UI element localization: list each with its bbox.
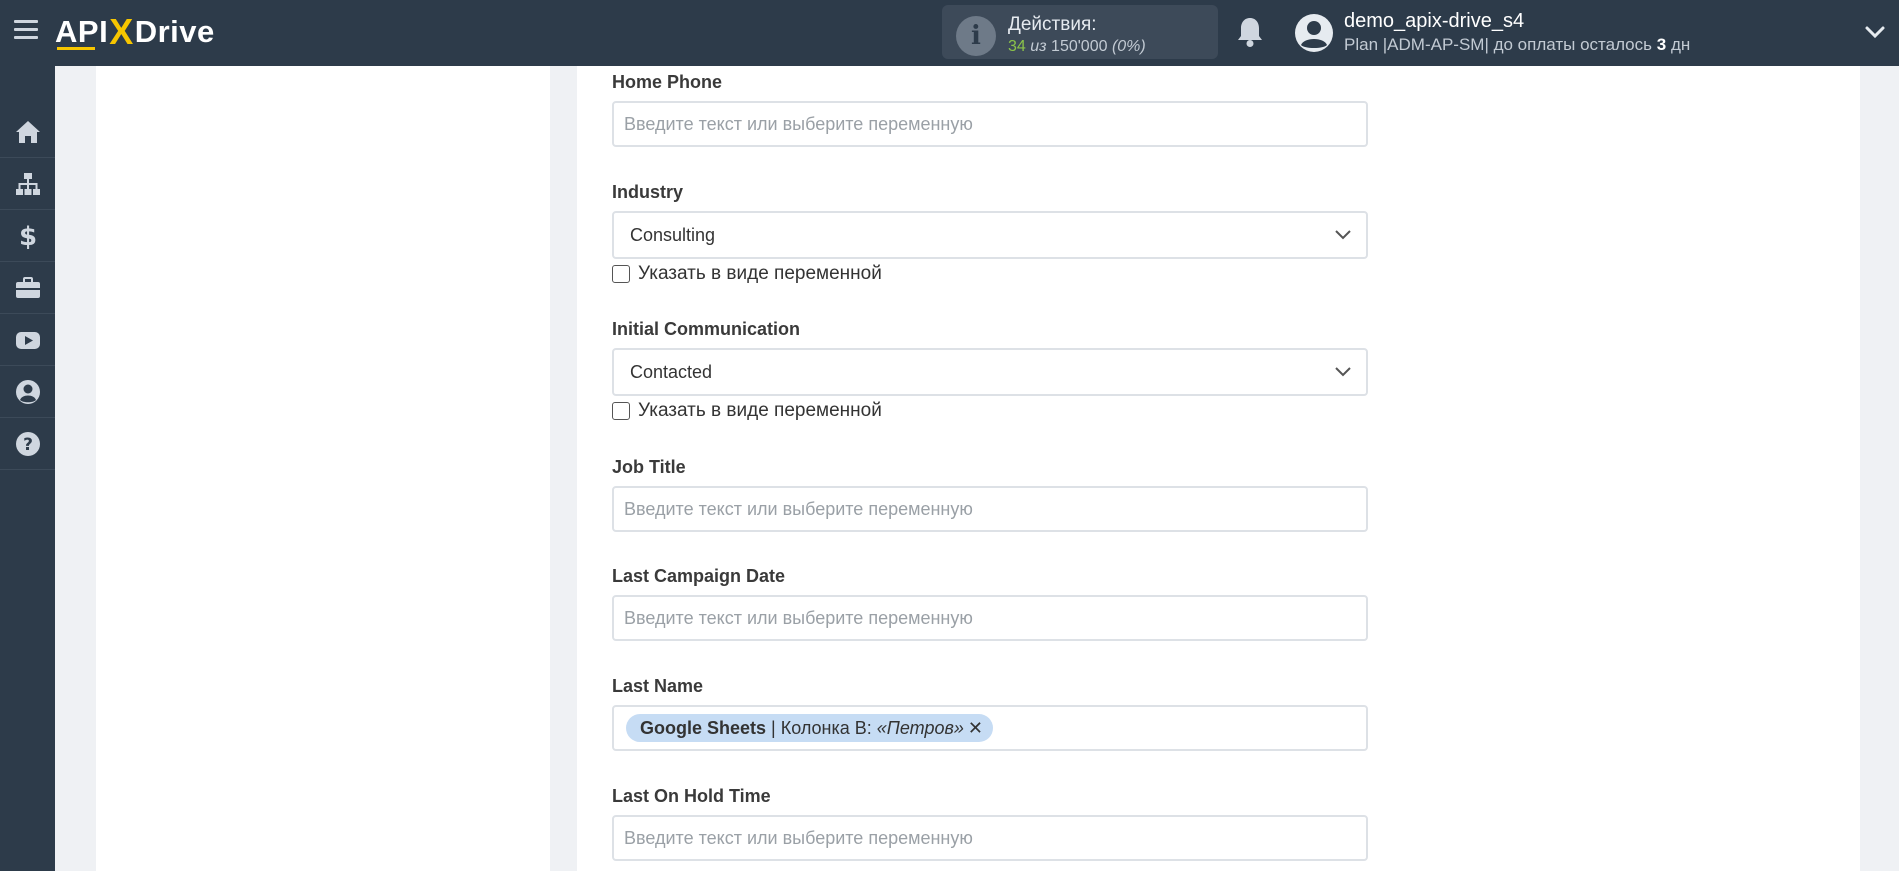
briefcase-icon (15, 276, 40, 298)
user-circle-icon (15, 379, 40, 404)
bell-icon[interactable] (1236, 16, 1264, 48)
field-label-last-campaign-date: Last Campaign Date (612, 566, 786, 586)
field-label-last-name: Last Name (612, 676, 704, 696)
sidebar: $ ? (0, 66, 55, 871)
sidebar-item-video[interactable] (0, 314, 55, 366)
info-icon: i (956, 16, 996, 56)
remove-tag-icon[interactable]: ✕ (968, 718, 983, 739)
menu-icon[interactable] (14, 20, 38, 42)
home-phone-input[interactable]: Введите текст или выберите переменную (612, 101, 1368, 147)
field-label-initial-communication: Initial Communication (612, 319, 801, 339)
sidebar-item-services[interactable] (0, 262, 55, 314)
sitemap-icon (15, 172, 40, 195)
user-plan: Plan |ADM-AP-SM| до оплаты осталось 3 дн (1344, 35, 1691, 54)
svg-text:$: $ (18, 222, 36, 250)
last-campaign-date-input[interactable]: Введите текст или выберите переменную (612, 595, 1368, 641)
youtube-icon (15, 331, 40, 349)
actions-counter[interactable]: i Действия: 34 из 150'000 (0%) (942, 5, 1218, 59)
checkbox-label: Указать в виде переменной (638, 263, 882, 284)
svg-text:?: ? (23, 435, 33, 455)
home-icon (15, 120, 40, 143)
sidebar-item-connections[interactable] (0, 158, 55, 210)
help-icon: ? (15, 431, 40, 456)
tag-source: Google Sheets (640, 717, 767, 738)
tag-value: «Петров» (876, 717, 964, 738)
initial-communication-select-value: Contacted (630, 361, 713, 382)
variable-tag: Google Sheets | Колонка B: «Петров» ✕ (626, 714, 993, 742)
field-label-home-phone: Home Phone (612, 72, 723, 92)
sidebar-item-billing[interactable]: $ (0, 210, 55, 262)
checkbox-label: Указать в виде переменной (638, 400, 882, 421)
tag-column: | Колонка B: (771, 717, 872, 738)
dollar-icon: $ (18, 222, 36, 250)
checkbox-box[interactable] (612, 265, 630, 283)
industry-select[interactable]: Consulting (612, 211, 1368, 259)
actions-label: Действия: (1008, 14, 1097, 35)
initial-communication-select[interactable]: Contacted (612, 348, 1368, 396)
logo-underline (57, 47, 95, 50)
industry-select-value: Consulting (630, 224, 716, 245)
job-title-input[interactable]: Введите текст или выберите переменную (612, 486, 1368, 532)
user-avatar-icon[interactable] (1295, 14, 1333, 52)
chevron-down-icon[interactable] (1864, 22, 1886, 42)
left-panel (96, 66, 550, 871)
sidebar-item-account[interactable] (0, 366, 55, 418)
chevron-down-icon (1335, 367, 1351, 377)
field-label-job-title: Job Title (612, 457, 686, 477)
user-name[interactable]: demo_apix-drive_s4 (1344, 10, 1524, 33)
field-label-industry: Industry (612, 182, 684, 202)
actions-count: 34 из 150'000 (0%) (1008, 38, 1146, 55)
sidebar-item-home[interactable] (0, 106, 55, 158)
initial-communication-variable-checkbox[interactable]: Указать в виде переменной (612, 400, 882, 422)
chevron-down-icon (1335, 230, 1351, 240)
industry-variable-checkbox[interactable]: Указать в виде переменной (612, 263, 882, 285)
last-on-hold-time-input[interactable]: Введите текст или выберите переменную (612, 815, 1368, 861)
checkbox-box[interactable] (612, 402, 630, 420)
last-name-input[interactable]: Google Sheets | Колонка B: «Петров» ✕ (612, 705, 1368, 751)
field-label-last-on-hold-time: Last On Hold Time (612, 786, 771, 806)
sidebar-item-help[interactable]: ? (0, 418, 55, 470)
top-bar: API X Drive i Действия: 34 из 150'000 (0%)… (0, 0, 1899, 66)
